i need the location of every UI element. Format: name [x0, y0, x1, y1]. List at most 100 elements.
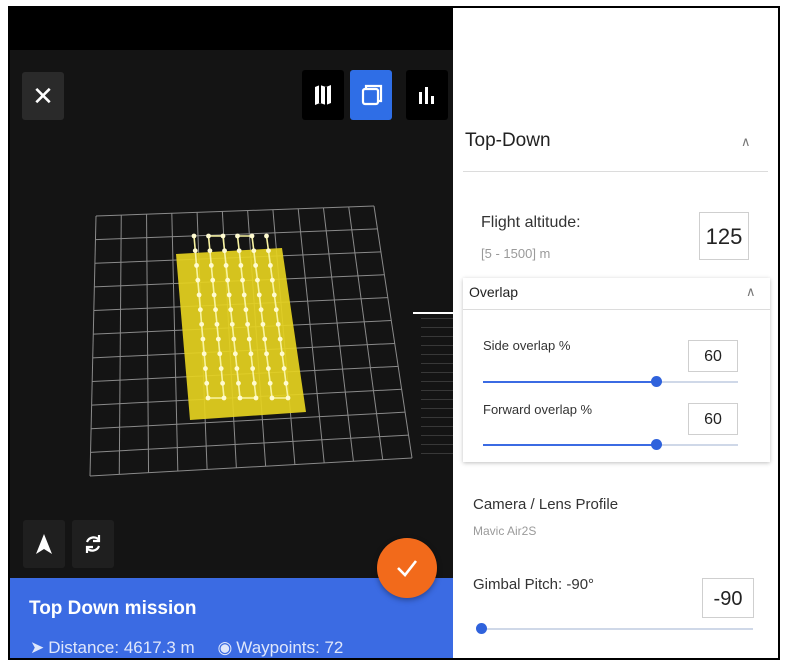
gimbal-pitch-slider[interactable]: [476, 622, 753, 636]
waypoint-marker[interactable]: [265, 366, 271, 371]
waypoint-marker[interactable]: [237, 395, 243, 401]
waypoint-marker[interactable]: [201, 351, 207, 357]
forward-overlap-input[interactable]: 60: [688, 403, 738, 435]
flight-altitude-label: Flight altitude:: [481, 214, 581, 231]
waypoint-marker[interactable]: [268, 263, 273, 268]
waypoint-marker[interactable]: [234, 366, 240, 371]
chevron-up-icon[interactable]: ∧: [741, 134, 751, 150]
forward-overlap-slider[interactable]: [483, 438, 738, 452]
waypoint-marker[interactable]: [192, 248, 198, 254]
waypoint-marker[interactable]: [260, 321, 266, 327]
waypoint-marker[interactable]: [220, 233, 226, 239]
waypoint-marker[interactable]: [258, 307, 264, 313]
waypoint-marker[interactable]: [240, 277, 245, 283]
slider-thumb[interactable]: [476, 623, 487, 634]
waypoint-marker[interactable]: [214, 321, 220, 327]
waypoint-marker[interactable]: [271, 292, 277, 298]
waypoint-marker[interactable]: [250, 366, 256, 371]
waypoint-marker[interactable]: [251, 380, 257, 386]
waypoint-marker[interactable]: [232, 351, 238, 357]
waypoint-marker[interactable]: [251, 248, 257, 254]
waypoint-marker[interactable]: [203, 366, 208, 371]
waypoint-marker[interactable]: [225, 277, 231, 283]
waypoint-marker[interactable]: [235, 233, 240, 239]
waypoint-marker[interactable]: [197, 307, 203, 313]
side-overlap-label: Side overlap %: [483, 338, 571, 353]
waypoint-marker[interactable]: [218, 366, 224, 371]
close-button[interactable]: ✕: [22, 72, 64, 120]
waypoint-marker[interactable]: [199, 321, 205, 327]
waypoint-marker[interactable]: [283, 380, 289, 386]
side-overlap-slider[interactable]: [483, 375, 738, 389]
waypoint-marker[interactable]: [236, 380, 241, 386]
waypoint-marker[interactable]: [222, 248, 227, 254]
waypoint-marker[interactable]: [253, 395, 259, 401]
side-overlap-input[interactable]: 60: [688, 340, 738, 372]
waypoint-marker[interactable]: [223, 263, 229, 268]
waypoint-marker[interactable]: [204, 380, 210, 386]
waypoint-marker[interactable]: [281, 366, 287, 371]
waypoint-marker[interactable]: [275, 321, 281, 327]
gimbal-pitch-input[interactable]: -90: [702, 578, 754, 618]
waypoint-marker[interactable]: [210, 277, 216, 283]
navigate-button[interactable]: [23, 520, 65, 568]
waypoint-marker[interactable]: [194, 263, 199, 268]
waypoint-marker[interactable]: [195, 277, 201, 283]
waypoint-marker[interactable]: [208, 263, 214, 268]
confirm-mission-button[interactable]: [377, 538, 437, 598]
waypoint-marker[interactable]: [245, 321, 250, 327]
waypoint-marker[interactable]: [285, 395, 291, 401]
waypoint-marker[interactable]: [206, 233, 211, 239]
waypoint-marker[interactable]: [191, 233, 197, 239]
waypoint-marker[interactable]: [241, 292, 247, 298]
waypoint-marker[interactable]: [211, 292, 217, 298]
overlap-header[interactable]: Overlap ∧: [463, 278, 770, 310]
waypoint-marker[interactable]: [207, 248, 213, 254]
waypoint-marker[interactable]: [266, 248, 271, 254]
waypoint-marker[interactable]: [273, 307, 279, 313]
waypoint-marker[interactable]: [220, 380, 225, 386]
overlap-card: Overlap ∧ Side overlap % 60 Forward over…: [463, 278, 770, 462]
mission-grid-3d[interactable]: [10, 158, 453, 498]
waypoint-marker[interactable]: [226, 292, 232, 298]
waypoint-marker[interactable]: [248, 351, 254, 357]
waypoint-marker[interactable]: [249, 233, 255, 239]
waypoint-marker[interactable]: [262, 336, 268, 342]
waypoint-marker[interactable]: [231, 336, 237, 342]
3d-view-button[interactable]: [350, 70, 392, 120]
waypoint-marker[interactable]: [215, 336, 221, 342]
grid-line: [90, 434, 409, 453]
flight-altitude-input[interactable]: 125: [699, 212, 749, 260]
stats-view-button[interactable]: [406, 70, 448, 120]
waypoint-marker[interactable]: [267, 380, 273, 386]
section-header-top-down[interactable]: Top-Down ∧: [463, 114, 768, 172]
waypoint-marker[interactable]: [221, 395, 227, 401]
waypoint-marker[interactable]: [269, 277, 275, 283]
waypoint-marker[interactable]: [200, 336, 206, 342]
waypoint-marker[interactable]: [213, 307, 218, 313]
waypoint-marker[interactable]: [217, 351, 223, 357]
waypoint-marker[interactable]: [229, 321, 235, 327]
slider-thumb[interactable]: [651, 439, 663, 450]
waypoint-marker[interactable]: [269, 395, 275, 401]
waypoint-marker[interactable]: [255, 277, 260, 283]
waypoint-marker[interactable]: [253, 263, 259, 268]
waypoint-marker[interactable]: [238, 263, 244, 268]
close-icon: ✕: [32, 81, 54, 111]
waypoint-marker[interactable]: [256, 292, 262, 298]
waypoint-marker[interactable]: [264, 233, 269, 239]
chevron-up-icon[interactable]: ∧: [746, 284, 756, 300]
waypoint-marker[interactable]: [246, 336, 252, 342]
waypoint-marker[interactable]: [277, 336, 283, 342]
waypoint-marker[interactable]: [279, 351, 285, 357]
waypoint-marker[interactable]: [236, 248, 242, 254]
waypoint-marker[interactable]: [205, 395, 211, 401]
waypoint-marker[interactable]: [228, 307, 234, 313]
slider-thumb[interactable]: [651, 376, 663, 387]
waypoint-marker[interactable]: [243, 307, 249, 313]
waypoint-marker[interactable]: [264, 351, 269, 357]
rotate-button[interactable]: [72, 520, 114, 568]
map-view-button[interactable]: [302, 70, 344, 120]
camera-profile-value[interactable]: Mavic Air2S: [473, 524, 536, 538]
waypoint-marker[interactable]: [196, 292, 202, 298]
